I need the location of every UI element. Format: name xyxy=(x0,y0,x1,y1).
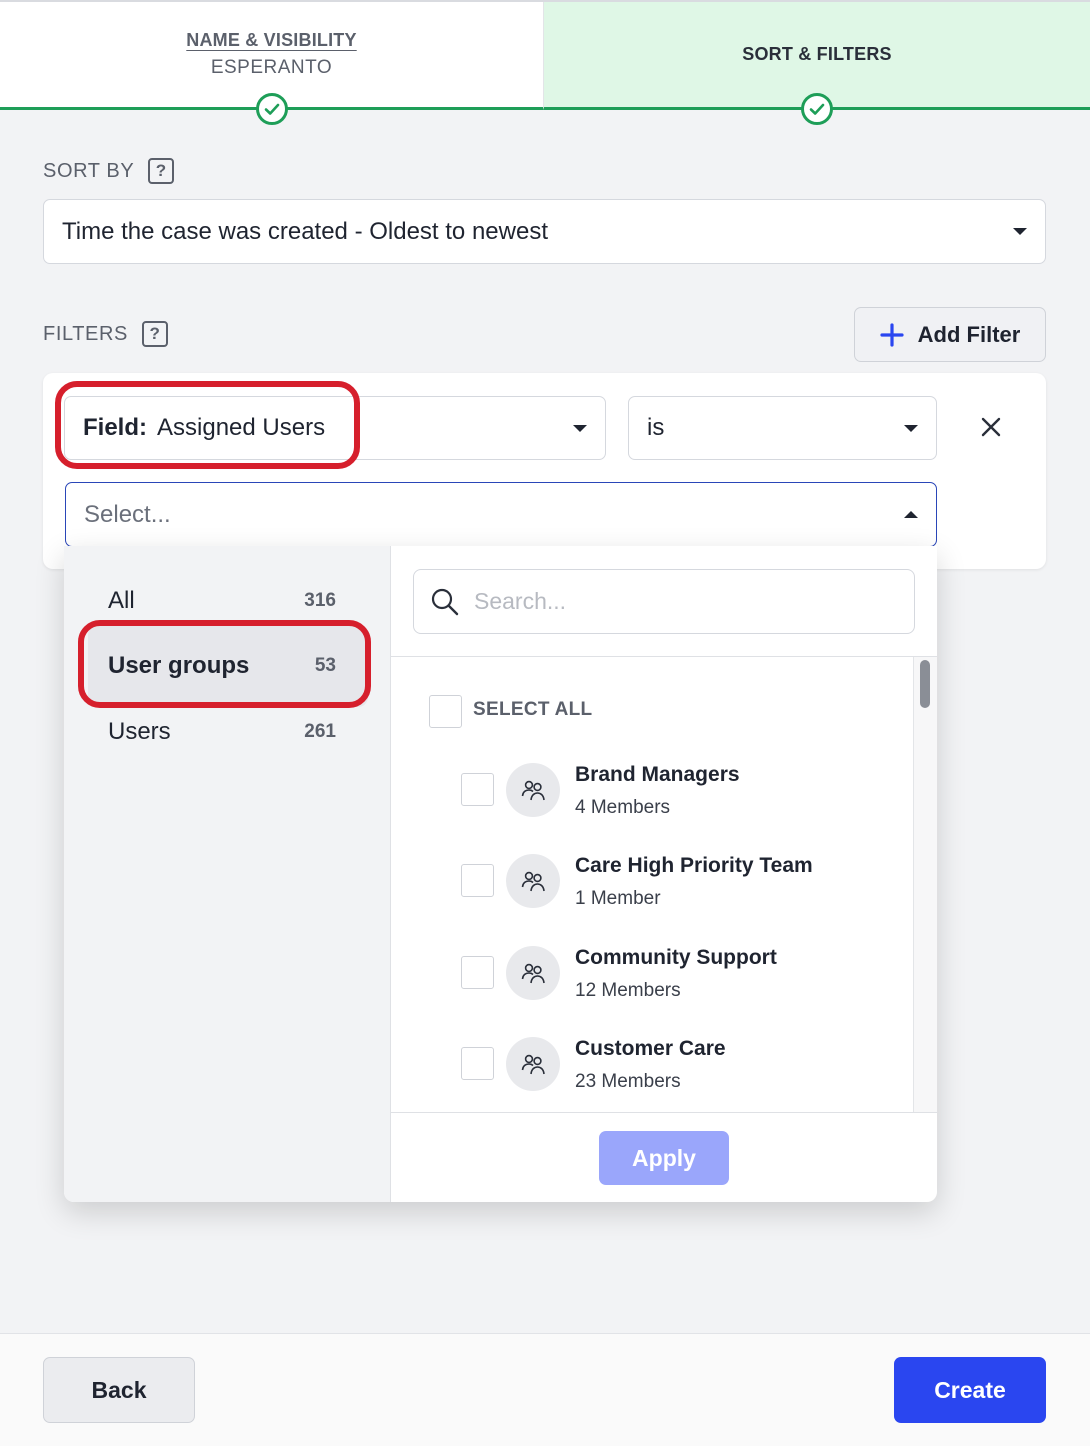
filters-label: FILTERS ? xyxy=(43,321,168,347)
filters-text: FILTERS xyxy=(43,322,128,345)
value-dropdown-panel: All 316 User groups 53 Users 261 SELECT … xyxy=(64,546,937,1202)
footer-bar: Back Create xyxy=(0,1333,1090,1446)
category-name: All xyxy=(108,587,135,614)
field-select[interactable]: Field: Assigned Users xyxy=(64,396,606,460)
sort-select[interactable]: Time the case was created - Oldest to ne… xyxy=(43,199,1046,264)
select-all-label: SELECT ALL xyxy=(473,699,593,720)
group-member-count: 23 Members xyxy=(575,1071,681,1092)
check-circle-icon xyxy=(255,93,288,125)
list-item[interactable]: Customer Care 23 Members xyxy=(391,1037,911,1112)
step-title: NAME & VISIBILITY xyxy=(186,30,357,50)
help-icon[interactable]: ? xyxy=(148,158,175,184)
category-users[interactable]: Users 261 xyxy=(108,712,336,752)
wizard-steps: NAME & VISIBILITY ESPERANTO SORT & FILTE… xyxy=(0,0,1090,125)
group-name: Customer Care xyxy=(575,1037,726,1060)
category-count: 316 xyxy=(304,590,336,611)
category-name: User groups xyxy=(108,652,250,679)
scrollbar-thumb[interactable] xyxy=(920,660,930,708)
category-count: 261 xyxy=(304,721,336,742)
sort-select-value: Time the case was created - Oldest to ne… xyxy=(62,217,548,245)
group-checkbox[interactable] xyxy=(461,864,494,897)
group-member-count: 4 Members xyxy=(575,797,671,818)
sort-by-text: SORT BY xyxy=(43,159,135,182)
category-all[interactable]: All 316 xyxy=(108,581,336,621)
step-title: SORT & FILTERS xyxy=(742,44,892,64)
check-circle-icon xyxy=(801,93,833,125)
step-sort-filters[interactable]: SORT & FILTERS xyxy=(544,2,1090,125)
back-button[interactable]: Back xyxy=(43,1357,195,1423)
search-icon xyxy=(431,588,459,615)
category-count: 53 xyxy=(314,655,336,676)
operator-value: is xyxy=(647,414,665,441)
chevron-down-icon xyxy=(1013,228,1027,235)
group-name: Brand Managers xyxy=(575,763,740,786)
group-checkbox[interactable] xyxy=(461,1047,494,1080)
group-list: SELECT ALL Brand Managers 4 Members Care… xyxy=(391,656,937,1113)
group-checkbox[interactable] xyxy=(461,956,494,989)
user-group-icon xyxy=(506,763,560,817)
plus-icon xyxy=(880,322,904,347)
group-member-count: 1 Member xyxy=(575,888,661,909)
add-filter-button[interactable]: Add Filter xyxy=(854,307,1046,362)
chevron-up-icon xyxy=(904,511,918,518)
add-filter-label: Add Filter xyxy=(917,321,1021,347)
value-select-placeholder: Select... xyxy=(84,500,171,528)
create-button[interactable]: Create xyxy=(894,1357,1046,1423)
scrollbar[interactable] xyxy=(913,657,937,1112)
user-group-icon xyxy=(506,1037,560,1091)
field-select-value: Field: Assigned Users xyxy=(83,414,325,442)
operator-select[interactable]: is xyxy=(628,396,937,460)
user-group-icon xyxy=(506,854,560,908)
search-field[interactable] xyxy=(413,569,915,634)
group-checkbox[interactable] xyxy=(461,773,494,806)
list-item[interactable]: Care High Priority Team 1 Member xyxy=(391,854,911,934)
list-item[interactable]: Brand Managers 4 Members xyxy=(391,763,911,843)
apply-button[interactable]: Apply xyxy=(599,1131,729,1185)
category-user-groups[interactable]: User groups 53 xyxy=(108,646,336,686)
value-select[interactable]: Select... xyxy=(65,482,937,547)
group-member-count: 12 Members xyxy=(575,980,681,1001)
step-subtitle: ESPERANTO xyxy=(210,57,333,78)
field-value: Assigned Users xyxy=(157,414,326,441)
list-item[interactable]: Community Support 12 Members xyxy=(391,946,911,1026)
sort-by-label: SORT BY ? xyxy=(43,158,175,184)
group-list-panel: SELECT ALL Brand Managers 4 Members Care… xyxy=(391,546,937,1202)
group-name: Community Support xyxy=(575,946,777,969)
category-list: All 316 User groups 53 Users 261 xyxy=(64,546,391,1202)
help-icon[interactable]: ? xyxy=(141,321,168,347)
chevron-down-icon xyxy=(904,424,918,432)
user-group-icon xyxy=(506,946,560,1000)
field-label: Field: xyxy=(83,414,147,441)
category-name: Users xyxy=(108,718,171,745)
step-name-visibility[interactable]: NAME & VISIBILITY ESPERANTO xyxy=(0,2,544,125)
close-icon[interactable] xyxy=(978,414,1004,440)
search-input[interactable] xyxy=(474,588,874,615)
select-all-checkbox[interactable] xyxy=(429,695,462,728)
chevron-down-icon xyxy=(573,424,587,432)
group-name: Care High Priority Team xyxy=(575,854,813,877)
